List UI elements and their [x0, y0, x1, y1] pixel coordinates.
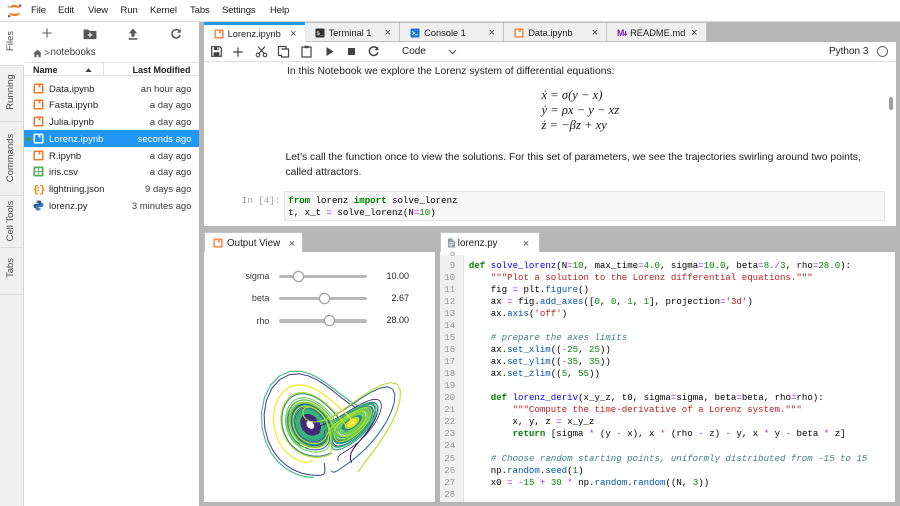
svg-text:}: }: [39, 184, 45, 195]
svg-text:M: M: [617, 28, 624, 38]
svg-text:$_: $_: [316, 30, 324, 37]
